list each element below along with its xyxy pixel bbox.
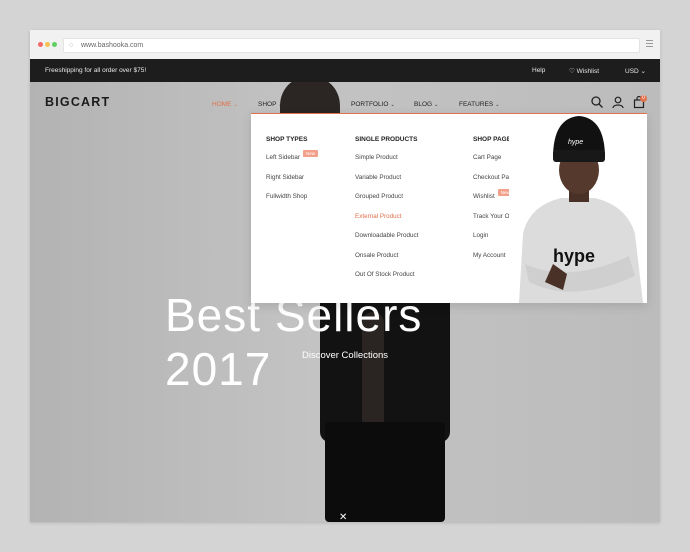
cart-count-badge: 0 xyxy=(640,95,647,102)
browser-window: ○ www.bashooka.com Freeshipping for all … xyxy=(30,30,660,522)
menu-item-onsale-product[interactable]: Onsale Product xyxy=(355,252,418,272)
nav-blog[interactable]: BLOG ⌄ xyxy=(414,101,438,108)
model-shorts xyxy=(325,422,445,522)
menu-item-out-of-stock-product[interactable]: Out Of Stock Product xyxy=(355,271,418,291)
svg-text:hype: hype xyxy=(568,139,583,146)
account-icon[interactable] xyxy=(611,95,625,109)
nav-features[interactable]: FEATURES ⌄ xyxy=(459,101,499,108)
nav-home[interactable]: HOME ⌄ xyxy=(212,101,238,108)
menu-item-external-product[interactable]: External Product xyxy=(355,213,418,233)
site-logo[interactable]: BIGCART xyxy=(45,95,110,109)
sweatshirt-print: hype xyxy=(553,246,595,266)
nav-portfolio[interactable]: PORTFOLIO ⌄ xyxy=(351,101,395,108)
menu-item-variable-product[interactable]: Variable Product xyxy=(355,174,418,194)
close-window-dot[interactable] xyxy=(38,42,43,47)
mega-menu-heading: SINGLE PRODUCTS xyxy=(355,136,418,143)
menu-item-simple-product[interactable]: Simple Product xyxy=(355,154,418,174)
menu-item-right-sidebar[interactable]: Right Sidebar xyxy=(266,174,318,194)
mega-menu-column-single-products: SINGLE PRODUCTS Simple Product Variable … xyxy=(355,136,418,291)
maximize-window-dot[interactable] xyxy=(52,42,57,47)
menu-item-fullwidth-shop[interactable]: Fullwidth Shop xyxy=(266,193,318,213)
mega-menu-column-shop-types: SHOP TYPES Left SidebarNew Right Sidebar… xyxy=(266,136,318,213)
mega-menu-heading: SHOP TYPES xyxy=(266,136,308,143)
browser-chrome: ○ www.bashooka.com xyxy=(30,30,660,60)
currency-selector[interactable]: USD ⌄ xyxy=(625,67,646,75)
menu-item-downloadable-product[interactable]: Downloadable Product xyxy=(355,232,418,252)
address-url: www.bashooka.com xyxy=(81,42,144,49)
search-icon[interactable] xyxy=(590,95,604,109)
nav-shop[interactable]: SHOP ⌄ xyxy=(258,101,283,108)
discover-collections-link[interactable]: Discover Collections xyxy=(270,350,420,361)
menu-item-left-sidebar[interactable]: Left SidebarNew xyxy=(266,150,318,174)
hero-title: Best Sellers 2017 xyxy=(165,289,423,395)
shop-mega-menu: SHOP TYPES Left SidebarNew Right Sidebar… xyxy=(251,113,647,303)
address-bar[interactable]: ○ www.bashooka.com xyxy=(63,38,640,53)
help-link[interactable]: Help xyxy=(532,67,545,74)
menu-item-grouped-product[interactable]: Grouped Product xyxy=(355,193,418,213)
free-shipping-text: Freeshipping for all order over $75! xyxy=(45,67,147,74)
mega-menu-promo-image[interactable]: hype hype xyxy=(509,114,647,303)
browser-menu-icon[interactable] xyxy=(646,40,653,49)
new-badge: New xyxy=(302,150,318,157)
minimize-window-dot[interactable] xyxy=(45,42,50,47)
wishlist-link[interactable]: ♡ Wishlist xyxy=(569,67,599,75)
announcement-bar: Freeshipping for all order over $75! Hel… xyxy=(30,59,660,82)
scroll-down-icon[interactable]: ✕ xyxy=(339,512,347,522)
lock-icon: ○ xyxy=(69,42,74,49)
